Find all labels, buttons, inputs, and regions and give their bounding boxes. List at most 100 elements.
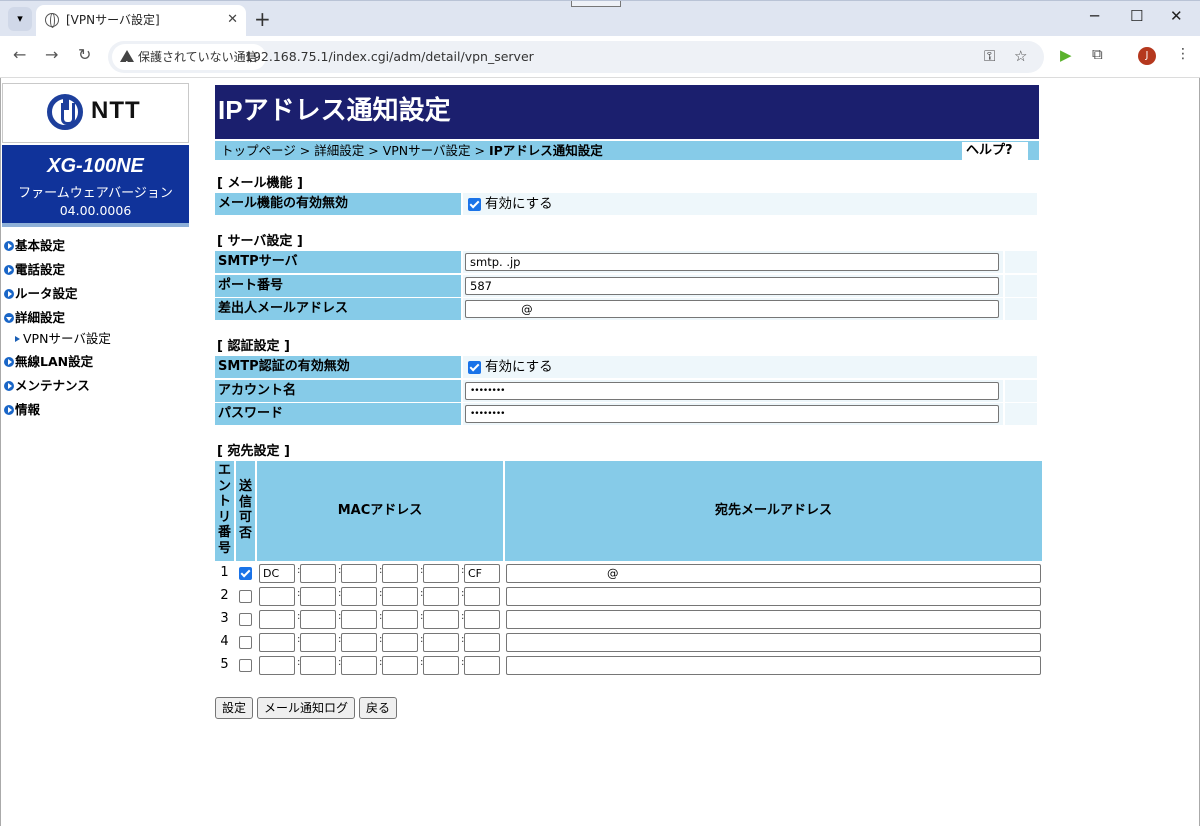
- mac-octet-input[interactable]: [341, 587, 377, 606]
- send-checkbox[interactable]: [239, 613, 252, 626]
- star-icon[interactable]: ☆: [1014, 47, 1027, 65]
- dest-mail-input[interactable]: [506, 610, 1041, 629]
- mac-octet-input[interactable]: [259, 656, 295, 675]
- mail-log-button[interactable]: メール通知ログ: [257, 697, 356, 719]
- col-header-mail: 宛先メールアドレス: [505, 461, 1042, 561]
- mac-octet-input[interactable]: [423, 656, 459, 675]
- send-checkbox[interactable]: [239, 659, 252, 672]
- arrow-bullet-icon: [4, 313, 14, 323]
- table-row: 1 DC::::: CF @: [215, 562, 1042, 585]
- new-tab-button[interactable]: +: [254, 5, 271, 33]
- entry-number: 3: [215, 608, 234, 630]
- breadcrumb-top[interactable]: トップページ: [221, 143, 296, 158]
- mac-octet-input[interactable]: [423, 633, 459, 652]
- send-checkbox[interactable]: [239, 567, 252, 580]
- send-checkbox[interactable]: [239, 636, 252, 649]
- mac-octet-input[interactable]: [464, 656, 500, 675]
- mac-octet-input[interactable]: [382, 656, 418, 675]
- dest-mail-input[interactable]: [506, 587, 1041, 606]
- window-close-button[interactable]: ✕: [1170, 7, 1183, 25]
- section-heading-mail: [ メール機能 ]: [217, 176, 303, 191]
- smtp-auth-checkbox-wrap[interactable]: 有効にする: [468, 359, 553, 375]
- mac-octet-input[interactable]: [423, 564, 459, 583]
- sidebar-item-maintenance[interactable]: メンテナンス: [3, 374, 189, 398]
- smtp-server-input[interactable]: smtp. .jp: [465, 253, 999, 271]
- mac-octet-input[interactable]: [259, 587, 295, 606]
- mac-octet-input[interactable]: [341, 564, 377, 583]
- mac-octet-input[interactable]: [464, 610, 500, 629]
- account-input[interactable]: ••••••••: [465, 382, 999, 400]
- security-chip[interactable]: 保護されていない通信: [112, 44, 266, 78]
- dest-mail-input[interactable]: [506, 633, 1041, 652]
- sender-row: 差出人メールアドレス @: [215, 298, 1037, 320]
- mac-octet-input[interactable]: [259, 633, 295, 652]
- sidebar-item-wlan[interactable]: 無線LAN設定: [3, 350, 189, 374]
- mac-octet-input[interactable]: [464, 633, 500, 652]
- mail-enable-checkbox[interactable]: [468, 197, 481, 211]
- minimize-button[interactable]: ─: [1090, 7, 1099, 25]
- help-link[interactable]: ヘルプ?: [962, 142, 1028, 160]
- section-heading-dest: [ 宛先設定 ]: [217, 444, 290, 459]
- mac-octet-input[interactable]: [259, 610, 295, 629]
- mac-octet-input[interactable]: [341, 610, 377, 629]
- extension-icon[interactable]: ▶: [1060, 46, 1072, 64]
- mac-octet-input[interactable]: [300, 564, 336, 583]
- tab-search-button[interactable]: ▾: [8, 7, 32, 31]
- forward-button[interactable]: →: [45, 45, 58, 64]
- back-page-button[interactable]: 戻る: [359, 697, 398, 719]
- tab-close-icon[interactable]: ✕: [227, 5, 238, 35]
- mac-octet-input[interactable]: DC: [259, 564, 295, 583]
- maximize-button[interactable]: ☐: [1130, 7, 1143, 25]
- sidebar-item-phone[interactable]: 電話設定: [3, 258, 189, 282]
- sidebar-item-detail[interactable]: 詳細設定: [3, 306, 189, 330]
- back-button[interactable]: ←: [13, 45, 26, 64]
- mac-octet-input[interactable]: CF: [464, 564, 500, 583]
- mac-octet-input[interactable]: [382, 610, 418, 629]
- mac-octet-input[interactable]: [382, 587, 418, 606]
- sidebar-item-basic[interactable]: 基本設定: [3, 234, 189, 258]
- mac-octet-input[interactable]: [464, 587, 500, 606]
- mac-octet-input[interactable]: [300, 656, 336, 675]
- table-row: 2:::::: [215, 585, 1042, 608]
- dest-mail-input[interactable]: [506, 656, 1041, 675]
- sender-address-input[interactable]: @: [465, 300, 999, 318]
- toolbar: ← → ↻ 保護されていない通信 192.168.75.1/index.cgi/…: [0, 36, 1200, 78]
- col-header-mac: MACアドレス: [257, 461, 503, 561]
- checkbox-label: 有効にする: [485, 359, 553, 375]
- send-checkbox[interactable]: [239, 590, 252, 603]
- sidebar-item-router[interactable]: ルータ設定: [3, 282, 189, 306]
- mac-octet-input[interactable]: [341, 633, 377, 652]
- field-label: 差出人メールアドレス: [215, 298, 461, 320]
- mac-octet-input[interactable]: [341, 656, 377, 675]
- mac-octet-input[interactable]: [423, 587, 459, 606]
- sidebar-subitem-label: VPNサーバ設定: [23, 331, 111, 346]
- field-label: SMTPサーバ: [215, 251, 461, 273]
- sidebar-item-info[interactable]: 情報: [3, 398, 189, 422]
- password-input[interactable]: ••••••••: [465, 405, 999, 423]
- entry-number: 5: [215, 654, 234, 676]
- sidebar-subitem-vpn[interactable]: VPNサーバ設定: [3, 328, 189, 350]
- smtp-auth-checkbox[interactable]: [468, 360, 481, 374]
- apply-button[interactable]: 設定: [215, 697, 254, 719]
- key-icon[interactable]: ⚿: [984, 47, 995, 65]
- port-input[interactable]: 587: [465, 277, 999, 295]
- kebab-menu-icon[interactable]: ⋮: [1176, 46, 1190, 62]
- url-text[interactable]: 192.168.75.1/index.cgi/adm/detail/vpn_se…: [245, 41, 534, 73]
- dest-mail-input[interactable]: @: [506, 564, 1041, 583]
- mac-octet-input[interactable]: [423, 610, 459, 629]
- address-bar[interactable]: 保護されていない通信 192.168.75.1/index.cgi/adm/de…: [108, 41, 1044, 78]
- mac-octet-input[interactable]: [300, 633, 336, 652]
- firmware-version: 04.00.0006: [59, 203, 132, 218]
- browser-tab[interactable]: [VPNサーバ設定] ✕: [36, 5, 246, 37]
- mac-octet-input[interactable]: [300, 587, 336, 606]
- mac-octet-input[interactable]: [300, 610, 336, 629]
- mac-octet-input[interactable]: [382, 633, 418, 652]
- mail-enable-checkbox-wrap[interactable]: 有効にする: [468, 196, 553, 212]
- avatar[interactable]: J: [1138, 47, 1156, 65]
- mac-octet-input[interactable]: [382, 564, 418, 583]
- breadcrumb-vpn[interactable]: VPNサーバ設定: [383, 143, 471, 158]
- puzzle-icon[interactable]: ⧉: [1092, 45, 1103, 63]
- reload-button[interactable]: ↻: [78, 45, 91, 64]
- breadcrumb-detail[interactable]: 詳細設定: [314, 143, 364, 158]
- entry-number: 1: [215, 562, 234, 584]
